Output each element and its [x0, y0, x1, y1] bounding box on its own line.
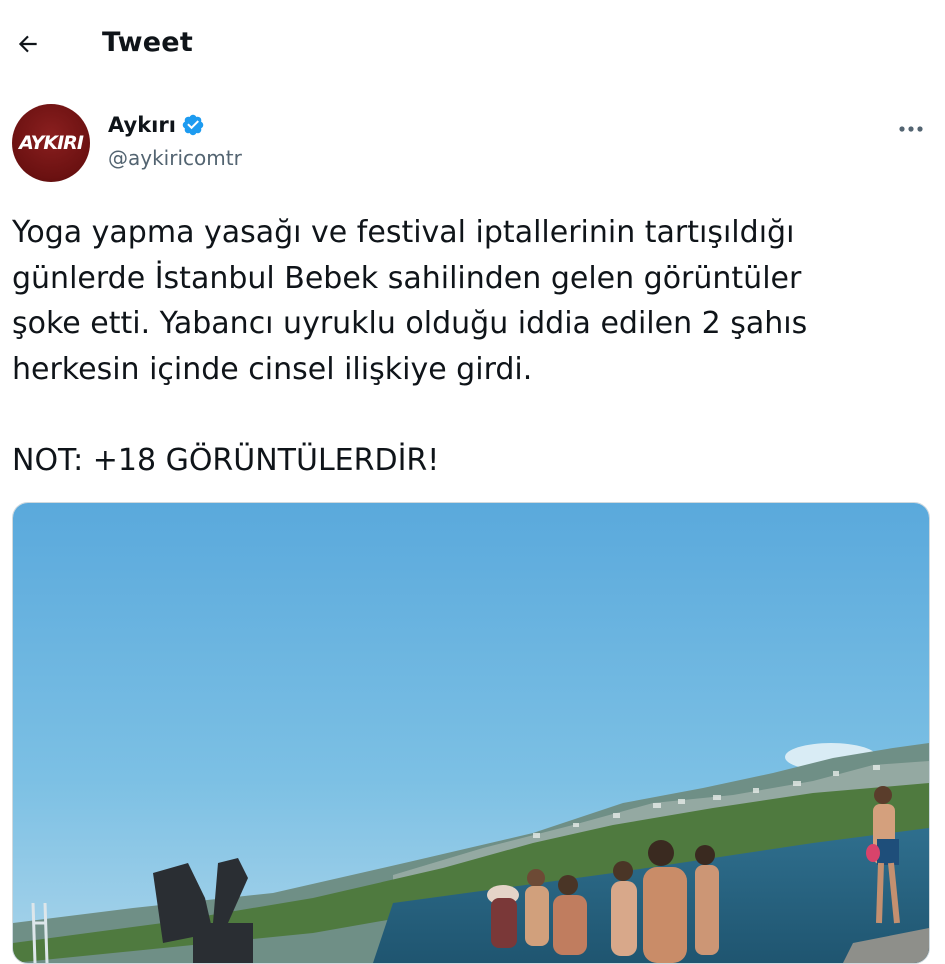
display-name[interactable]: Aykırı [108, 113, 205, 137]
more-horizontal-icon [899, 126, 923, 132]
user-handle[interactable]: @aykiricomtr [108, 146, 242, 170]
back-button[interactable] [6, 18, 50, 70]
avatar-logo-text: AYKIRI [19, 132, 84, 154]
avatar[interactable]: AYKIRI [12, 104, 90, 182]
display-name-text: Aykırı [108, 113, 176, 137]
more-options-button[interactable] [891, 114, 931, 144]
video-thumbnail-image [13, 503, 929, 963]
tweet-text: Yoga yapma yasağı ve festival iptallerin… [12, 215, 808, 478]
tweet-author: AYKIRI Aykırı @aykiricomtr [0, 100, 945, 190]
tweet-media[interactable] [12, 502, 930, 964]
arrow-left-icon [18, 35, 37, 53]
verified-badge-icon [182, 114, 204, 136]
page-title: Tweet [102, 27, 193, 58]
tweet-header: Tweet [0, 0, 945, 88]
